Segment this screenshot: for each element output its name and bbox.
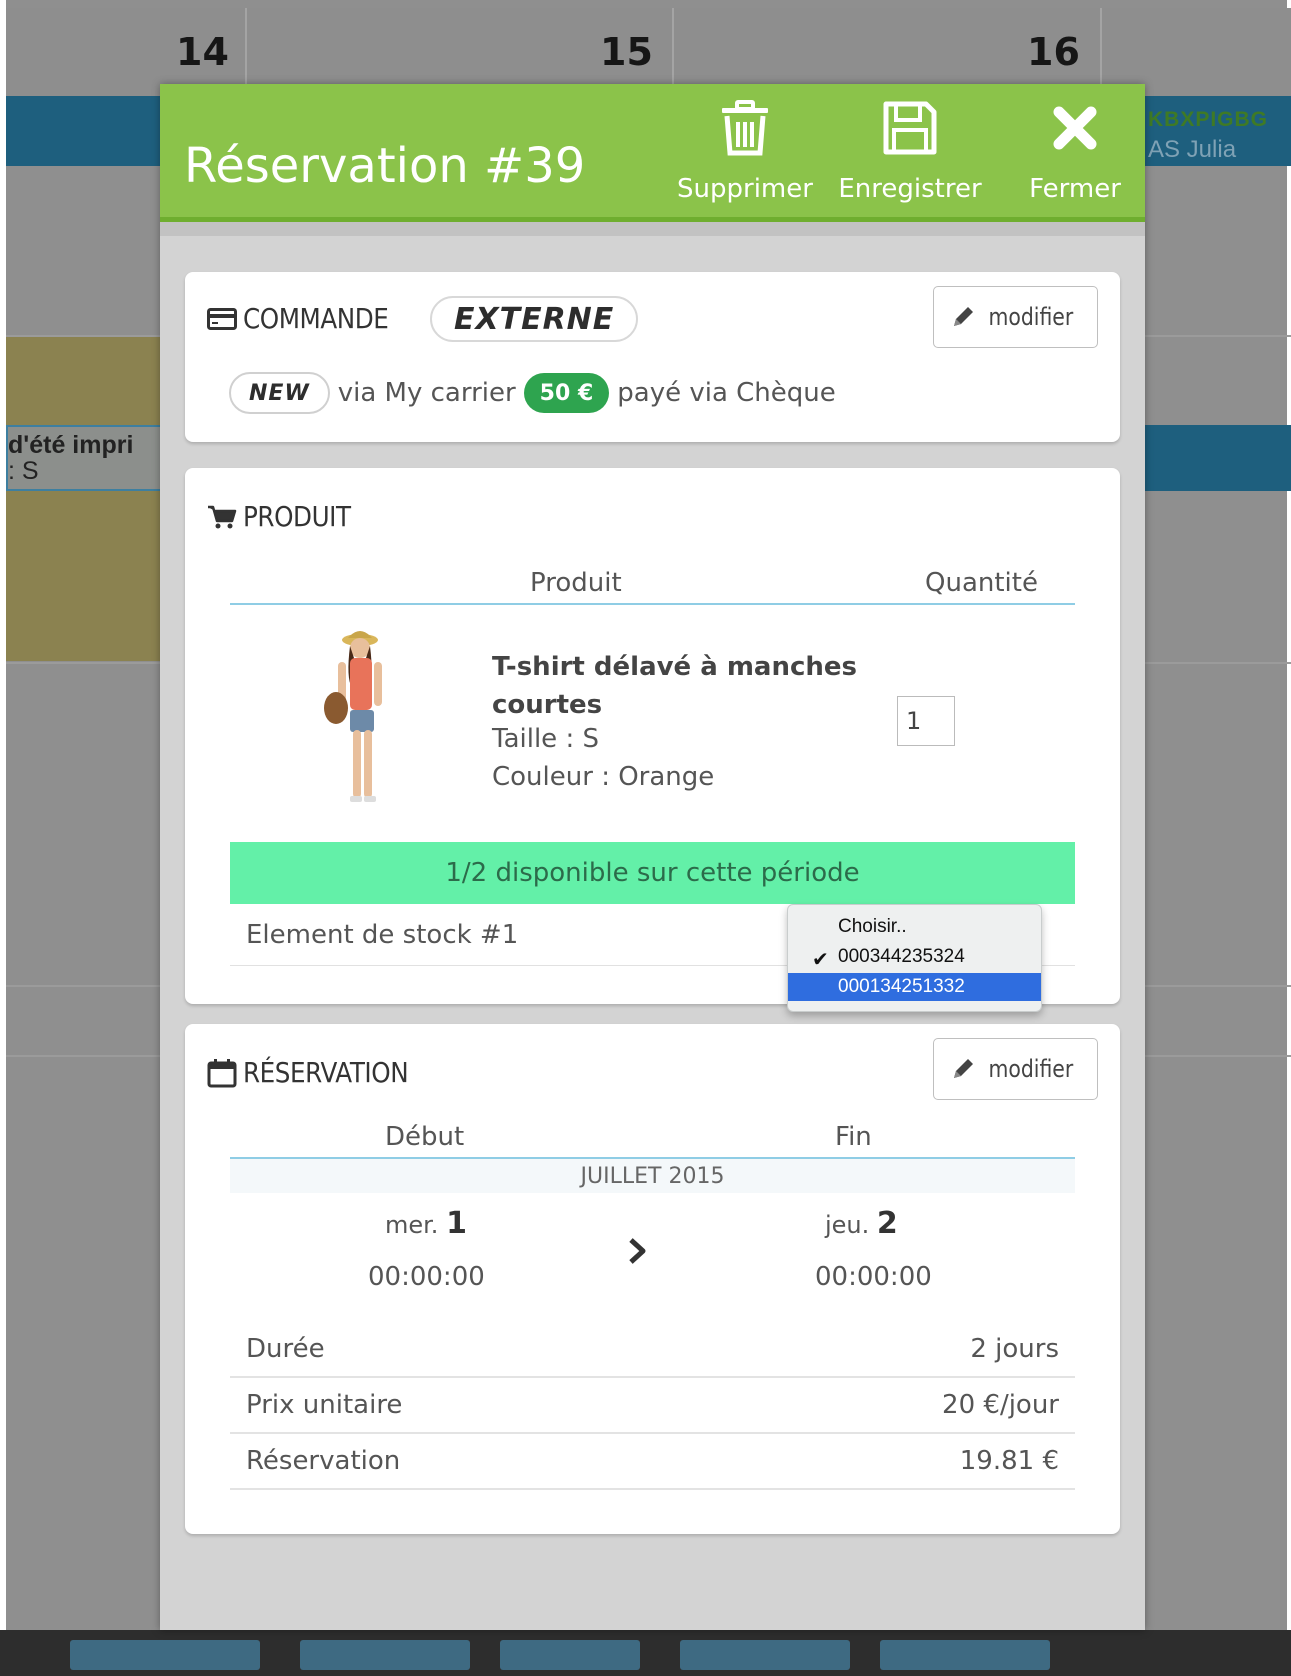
calendar-icon	[207, 1058, 237, 1088]
order-panel: COMMANDE EXTERNE modifier NEW via My car…	[185, 272, 1120, 442]
start-time: 00:00:00	[368, 1262, 485, 1292]
summary-row-label: Prix unitaire	[246, 1390, 403, 1420]
calendar-event-block[interactable]	[6, 337, 166, 425]
calendar-event-title: d'été impri	[8, 431, 134, 459]
product-image	[280, 618, 430, 828]
calendar-event-subtitle: : S	[8, 457, 39, 485]
reservation-panel: RÉSERVATION modifier Début Fin JUILLET 2…	[185, 1024, 1120, 1534]
edit-reservation-button[interactable]: modifier	[933, 1038, 1098, 1100]
summary-row-label: Durée	[246, 1334, 325, 1364]
delete-button-label: Supprimer	[677, 174, 813, 204]
calendar-event-bar[interactable]	[1140, 425, 1291, 491]
summary-row-value: 2 jours	[970, 1334, 1059, 1364]
stock-select-dropdown[interactable]: Choisir.. ✔ 000344235324 000134251332	[787, 904, 1042, 1012]
product-size: Taille : S	[492, 724, 599, 754]
calendar-left-edge	[0, 0, 6, 1676]
credit-card-icon	[207, 307, 237, 330]
start-column-header: Début	[385, 1122, 465, 1152]
start-date: mer. 1	[385, 1206, 467, 1241]
table-header-rule	[230, 603, 1075, 605]
end-day: 2	[876, 1206, 898, 1241]
checkmark-icon: ✔	[812, 949, 829, 971]
month-label: JUILLET 2015	[230, 1159, 1075, 1193]
modal-title: Réservation #39	[184, 138, 586, 194]
order-payment: payé via Chèque	[617, 378, 836, 408]
footer-link[interactable]	[70, 1640, 260, 1670]
order-type-badge: EXTERNE	[430, 296, 639, 342]
save-button[interactable]: Enregistrer	[830, 96, 990, 216]
end-time: 00:00:00	[815, 1262, 932, 1292]
product-panel-title: PRODUIT	[207, 500, 365, 533]
footer-link[interactable]	[680, 1640, 850, 1670]
summary-row-value: 19.81 €	[959, 1446, 1059, 1476]
edit-reservation-button-label: modifier	[988, 1055, 1073, 1083]
footer-link[interactable]	[500, 1640, 640, 1670]
calendar-event-block[interactable]	[6, 491, 166, 661]
reservation-panel-title: RÉSERVATION	[207, 1056, 431, 1089]
edit-order-button[interactable]: modifier	[933, 286, 1098, 348]
close-icon	[1043, 96, 1107, 160]
dropdown-option-label: 000344235324	[838, 946, 965, 967]
product-name: T-shirt délavé à manches courtes	[492, 652, 858, 720]
floppy-disk-icon	[878, 96, 942, 160]
close-button-label: Fermer	[1029, 174, 1121, 204]
availability-banner: 1/2 disponible sur cette période	[230, 842, 1075, 904]
dropdown-option[interactable]: Choisir..	[788, 913, 1041, 941]
calendar-event-code: KBXPIGBG	[1148, 108, 1269, 131]
close-button[interactable]: Fermer	[1015, 96, 1135, 216]
calendar-event-name: AS Julia	[1148, 136, 1237, 163]
calendar-right-edge	[1287, 0, 1291, 1676]
reservation-panel-title-text: RÉSERVATION	[243, 1056, 409, 1089]
end-weekday: jeu.	[825, 1211, 870, 1239]
product-color: Couleur : Orange	[492, 762, 715, 792]
trash-icon	[713, 96, 777, 160]
edit-order-button-label: modifier	[988, 303, 1073, 331]
save-button-label: Enregistrer	[838, 174, 982, 204]
stock-element-label: Element de stock #1	[246, 919, 519, 950]
end-column-header: Fin	[835, 1122, 872, 1152]
calendar-event-bar[interactable]	[6, 96, 166, 166]
end-date: jeu. 2	[825, 1206, 898, 1241]
chevron-right-icon	[625, 1236, 649, 1270]
modal-header: Réservation #39 Supprimer Enregistrer Fe…	[160, 84, 1145, 222]
calendar-day-number: 14	[176, 30, 229, 74]
start-day: 1	[446, 1206, 467, 1241]
footer-link[interactable]	[300, 1640, 470, 1670]
quantity-input[interactable]	[897, 696, 955, 746]
summary-row-value: 20 €/jour	[942, 1390, 1059, 1420]
dropdown-option-checked[interactable]: ✔ 000344235324	[788, 943, 1041, 971]
order-panel-title: COMMANDE	[207, 302, 408, 335]
shopping-cart-icon	[207, 504, 237, 530]
start-weekday: mer.	[385, 1211, 439, 1239]
dropdown-option-label: Choisir..	[838, 916, 907, 937]
dropdown-option-highlighted[interactable]: 000134251332	[788, 973, 1041, 1001]
calendar-footer	[0, 1630, 1291, 1676]
footer-link[interactable]	[880, 1640, 1050, 1670]
calendar-day-number: 15	[600, 30, 653, 74]
modal-header-shadow	[160, 222, 1145, 236]
calendar-day-number: 16	[1027, 30, 1080, 74]
order-carrier: via My carrier	[337, 378, 516, 408]
product-panel-title-text: PRODUIT	[243, 500, 351, 533]
dropdown-option-label: 000134251332	[838, 976, 965, 997]
order-status-badge: NEW	[229, 372, 330, 414]
pencil-icon	[951, 305, 975, 329]
order-panel-title-text: COMMANDE	[243, 302, 389, 335]
summary-row-label: Réservation	[246, 1446, 401, 1476]
reservation-modal: Réservation #39 Supprimer Enregistrer Fe…	[160, 84, 1145, 1630]
quantity-column-header: Quantité	[925, 568, 1038, 598]
summary-row: Réservation 19.81 €	[230, 1434, 1075, 1490]
pencil-icon	[951, 1057, 975, 1081]
summary-row: Durée 2 jours	[230, 1322, 1075, 1378]
order-summary-line: NEW via My carrier 50 € payé via Chèque	[229, 372, 836, 414]
delete-button[interactable]: Supprimer	[675, 96, 815, 216]
order-price-badge: 50 €	[523, 373, 610, 413]
summary-row: Prix unitaire 20 €/jour	[230, 1378, 1075, 1434]
product-column-header: Produit	[530, 568, 622, 598]
